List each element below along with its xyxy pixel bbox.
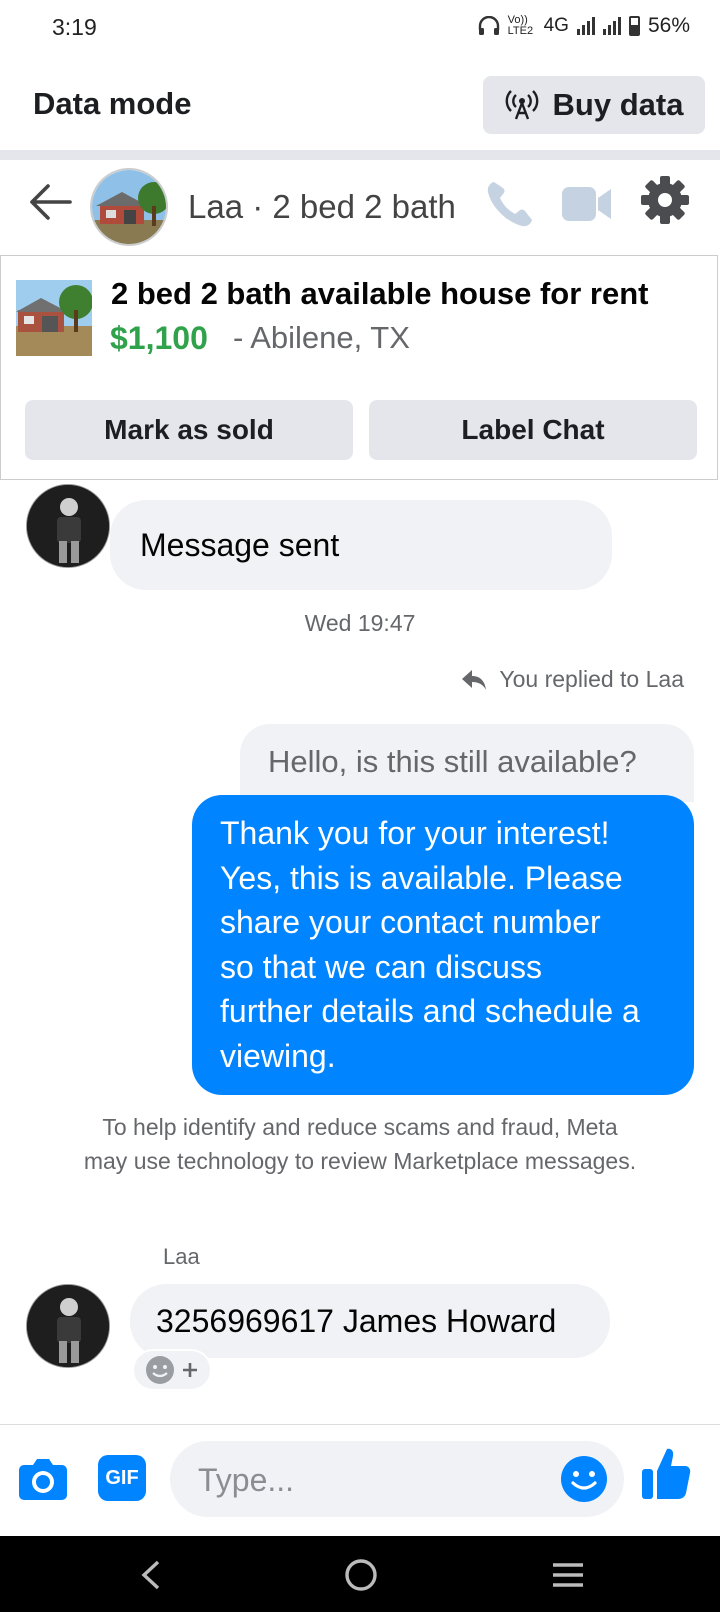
battery-percent: 56% xyxy=(647,14,690,37)
add-reaction-button[interactable] xyxy=(132,1349,212,1391)
mark-as-sold-button[interactable]: Mark as sold xyxy=(25,400,353,460)
gif-icon: GIF xyxy=(105,1466,139,1489)
status-icons: Vo)) LTE2 4G 56% xyxy=(478,14,690,38)
back-arrow-icon xyxy=(30,184,72,220)
label-chat-button[interactable]: Label Chat xyxy=(369,400,697,460)
video-call-button[interactable] xyxy=(561,184,613,229)
message-input[interactable] xyxy=(196,1455,540,1505)
status-bar: 3:19 Vo)) LTE2 4G 56% xyxy=(0,0,720,58)
settings-button[interactable] xyxy=(640,175,690,230)
nav-recents-icon xyxy=(553,1563,583,1587)
safety-notice: To help identify and reduce scams and fr… xyxy=(83,1114,637,1174)
listing-card: 2 bed 2 bath available house for rent $1… xyxy=(0,255,718,480)
sender-avatar[interactable] xyxy=(26,484,110,568)
reply-indicator: You replied to Laa xyxy=(461,666,684,693)
emoji-icon xyxy=(146,1356,174,1384)
chat-header: Laa · 2 bed 2 bath xyxy=(0,160,720,255)
reply-arrow-icon xyxy=(462,669,487,690)
sender-name: Laa xyxy=(163,1244,200,1269)
message-line: Yes, this is available. Please xyxy=(220,859,623,896)
camera-icon xyxy=(19,1459,67,1500)
buy-data-button[interactable]: Buy data xyxy=(483,76,705,134)
message-line: Thank you for your interest! xyxy=(220,815,610,851)
emoji-icon xyxy=(561,1456,607,1502)
message-line: share your contact number xyxy=(220,904,601,941)
quoted-message[interactable]: Hello, is this still available? xyxy=(240,724,694,802)
broadcast-icon xyxy=(505,90,538,120)
divider xyxy=(0,150,720,160)
message-composer: GIF xyxy=(0,1424,720,1536)
chat-title[interactable]: Laa · 2 bed 2 bath xyxy=(188,188,456,226)
system-navigation-bar xyxy=(0,1536,720,1612)
outgoing-message-bubble[interactable]: Thank you for your interest! Yes, this i… xyxy=(192,795,694,1095)
listing-title[interactable]: 2 bed 2 bath available house for rent xyxy=(111,276,648,312)
like-button[interactable] xyxy=(640,1445,692,1506)
reply-indicator-text: You replied to Laa xyxy=(499,666,684,692)
incoming-message-bubble[interactable]: Message sent xyxy=(110,500,612,590)
gear-icon xyxy=(641,176,689,224)
message-text: 3256969617 James Howard xyxy=(156,1302,557,1339)
nav-recents-button[interactable] xyxy=(552,1562,584,1593)
add-reaction-icon xyxy=(183,1363,197,1377)
sender-avatar[interactable] xyxy=(26,1284,110,1368)
message-line: further details and schedule a xyxy=(220,993,640,1030)
listing-thumbnail[interactable] xyxy=(16,280,92,356)
emoji-button[interactable] xyxy=(560,1455,608,1508)
nav-back-button[interactable] xyxy=(140,1560,162,1595)
volte-indicator: Vo)) LTE2 xyxy=(507,14,534,37)
buy-data-label: Buy data xyxy=(552,87,684,122)
gif-button[interactable]: GIF xyxy=(98,1455,146,1501)
headphones-icon xyxy=(478,16,499,35)
data-mode-title: Data mode xyxy=(33,86,192,121)
signal-icon-1 xyxy=(576,17,595,35)
camera-button[interactable] xyxy=(18,1457,68,1506)
thumbs-up-icon xyxy=(642,1448,691,1499)
nav-back-icon xyxy=(141,1560,160,1590)
message-input-container[interactable] xyxy=(170,1441,624,1517)
message-line: viewing. xyxy=(220,1037,336,1074)
phone-icon xyxy=(487,182,532,227)
message-text: Message sent xyxy=(140,526,340,563)
battery-icon xyxy=(628,16,640,36)
status-time: 3:19 xyxy=(52,14,97,40)
network-type: 4G xyxy=(543,15,569,36)
house-photo xyxy=(92,170,166,244)
data-mode-bar: Data mode Buy data xyxy=(0,58,720,150)
call-button[interactable] xyxy=(484,178,536,235)
person-photo xyxy=(27,1285,109,1367)
nav-home-icon xyxy=(345,1559,377,1591)
person-photo xyxy=(27,485,109,567)
listing-avatar[interactable] xyxy=(90,168,168,246)
nav-home-button[interactable] xyxy=(344,1558,378,1597)
signal-icon-2 xyxy=(602,17,621,35)
message-timestamp: Wed 19:47 xyxy=(304,610,416,636)
video-camera-icon xyxy=(562,187,611,221)
message-line: so that we can discuss xyxy=(220,948,542,985)
back-button[interactable] xyxy=(26,180,74,229)
listing-location: - Abilene, TX xyxy=(233,320,410,355)
house-photo xyxy=(16,280,92,356)
incoming-message-bubble[interactable]: 3256969617 James Howard xyxy=(130,1284,610,1358)
listing-price: $1,100 xyxy=(110,320,208,356)
